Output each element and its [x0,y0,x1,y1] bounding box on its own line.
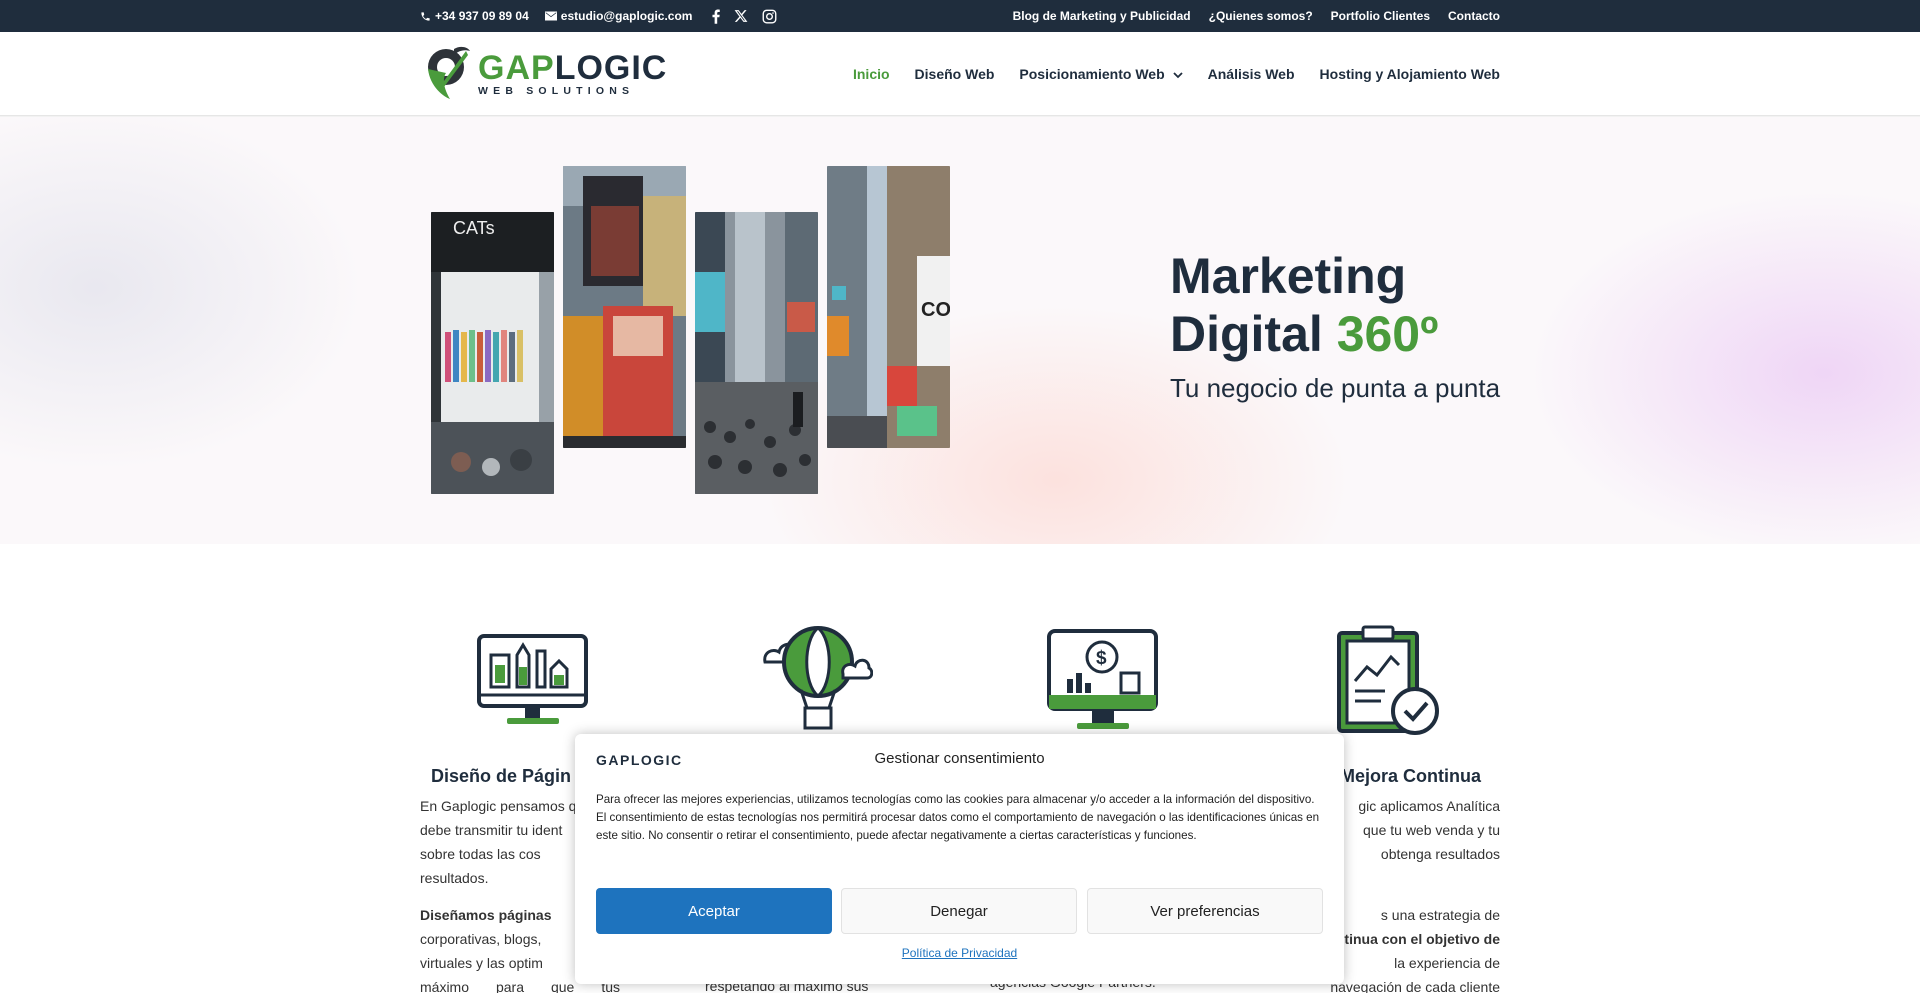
hero-title-line1: Marketing [1170,248,1407,304]
svg-text:$: $ [1096,648,1107,669]
accept-button[interactable]: Aceptar [596,888,832,934]
consent-body-text: Para ofrecer las mejores experiencias, u… [596,793,1320,842]
nav-item-hosting[interactable]: Hosting y Alojamiento Web [1320,66,1500,82]
email-text: estudio@gaplogic.com [560,9,693,23]
nav-item-analisis-web[interactable]: Análisis Web [1208,66,1295,82]
nav-item-inicio[interactable]: Inicio [853,66,890,82]
envelope-icon [544,11,557,21]
nav-item-posicionamiento-web[interactable]: Posicionamiento Web [1019,66,1183,82]
top-bar: +34 937 09 89 04 estudio@gaplogic.com Bl… [0,0,1920,32]
privacy-policy-link[interactable]: Política de Privacidad [575,946,1344,960]
hero-title: Marketing Digital 360º [1170,247,1438,363]
service-title-diseno: Diseño de Págin [431,766,572,786]
instagram-icon[interactable] [762,9,777,24]
logo-mark-icon [424,43,472,106]
logo-subtext: WEB SOLUTIONS [478,85,635,98]
view-preferences-button[interactable]: Ver preferencias [1087,888,1323,934]
x-icon[interactable] [734,9,748,23]
hero-subtitle: Tu negocio de punta a punta [1170,373,1501,403]
clipboard-chart-icon [1337,625,1441,742]
service-title-mejora: Mejora Continua [1340,766,1482,786]
deny-button[interactable]: Denegar [841,888,1077,934]
hero-section: CATs CO Marketing Digital 360º Tu negoci… [0,117,1920,544]
topbar-link-blog[interactable]: Blog de Marketing y Publicidad [1013,9,1191,23]
cookie-consent-dialog: GAPLOGIC Gestionar consentimiento Para o… [575,734,1344,984]
svg-text:CATs: CATs [453,218,495,238]
phone-text: +34 937 09 89 04 [435,9,529,23]
hero-title-line2: Digital [1170,306,1337,362]
phone-icon [420,11,431,22]
hot-air-balloon-icon [763,626,874,735]
hero-title-highlight: 360º [1336,306,1439,362]
phone-link[interactable]: +34 937 09 89 04 [420,9,529,23]
monitor-dollar-icon: $ [1047,629,1159,738]
logo-text-logic: LOGIC [554,49,668,88]
main-nav: Inicio Diseño Web Posicionamiento Web An… [853,32,1500,116]
chevron-down-icon [1173,66,1183,82]
svg-text:CO: CO [921,299,950,321]
main-header: GAPLOGIC WEB SOLUTIONS Inicio Diseño Web… [0,32,1920,116]
logo-text-gap: GAP [478,49,555,88]
email-link[interactable]: estudio@gaplogic.com [544,9,693,23]
topbar-link-contacto[interactable]: Contacto [1448,9,1500,23]
nav-item-diseno-web[interactable]: Diseño Web [915,66,995,82]
facebook-icon[interactable] [712,8,721,24]
hero-photo-times-square-billboards [563,166,686,448]
nav-item-posicionamiento-label: Posicionamiento Web [1019,66,1165,82]
topbar-link-quienes-somos[interactable]: ¿Quienes somos? [1209,9,1313,23]
consent-title: Gestionar consentimiento [874,750,1045,767]
hero-photo-street-crowd [695,212,818,494]
topbar-link-portfolio[interactable]: Portfolio Clientes [1331,9,1430,23]
hero-photo-billboard-cats: CATs [431,212,554,494]
web-design-icon [477,633,589,734]
site-logo[interactable]: GAPLOGIC WEB SOLUTIONS [424,44,674,104]
hero-photo-skyscrapers: CO [827,166,950,448]
